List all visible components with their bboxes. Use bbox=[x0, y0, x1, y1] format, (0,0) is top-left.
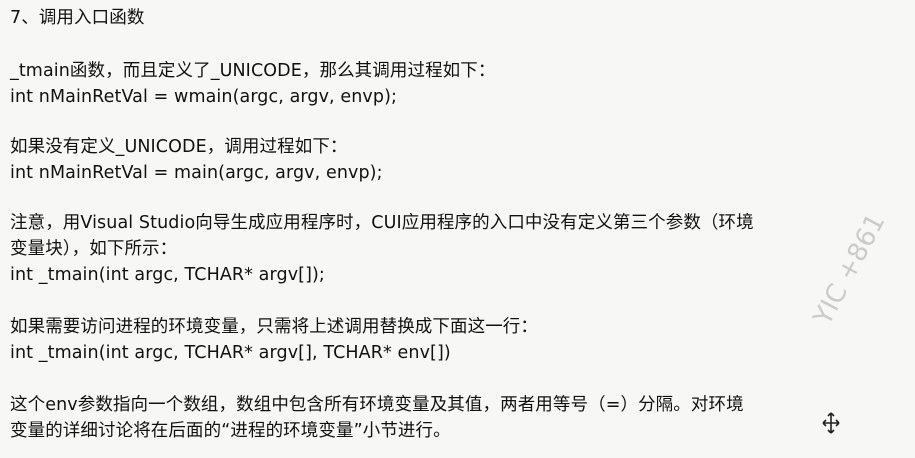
code-line-tmain-two-args: int _tmain(int argc, TCHAR* argv[]); bbox=[10, 265, 325, 285]
paragraph-note-line2: 变量块），如下所示： bbox=[10, 239, 178, 259]
code-line-tmain-env: int _tmain(int argc, TCHAR* argv[], TCHA… bbox=[10, 343, 451, 363]
mouse-cursor-icon bbox=[822, 412, 840, 434]
paragraph-tmain-unicode: _tmain函数，而且定义了_UNICODE，那么其调用过程如下： bbox=[10, 61, 496, 81]
paragraph-no-unicode: 如果没有定义_UNICODE，调用过程如下： bbox=[10, 137, 348, 157]
paragraph-env-line1: 这个env参数指向一个数组，数组中包含所有环境变量及其值，两者用等号（=）分隔。… bbox=[10, 395, 744, 415]
section-title: 7、调用入口函数 bbox=[10, 8, 145, 28]
paragraph-note-line1: 注意，用Visual Studio向导生成应用程序时，CUI应用程序的入口中没有… bbox=[10, 213, 754, 233]
paragraph-env-line2: 变量的详细讨论将在后面的“进程的环境变量”小节进行。 bbox=[10, 421, 451, 441]
paragraph-env-access: 如果需要访问进程的环境变量，只需将上述调用替换成下面这一行： bbox=[10, 317, 538, 337]
code-line-wmain: int nMainRetVal = wmain(argc, argv, envp… bbox=[10, 87, 398, 107]
document-page: 7、调用入口函数 _tmain函数，而且定义了_UNICODE，那么其调用过程如… bbox=[0, 0, 915, 458]
code-line-main: int nMainRetVal = main(argc, argv, envp)… bbox=[10, 163, 383, 183]
